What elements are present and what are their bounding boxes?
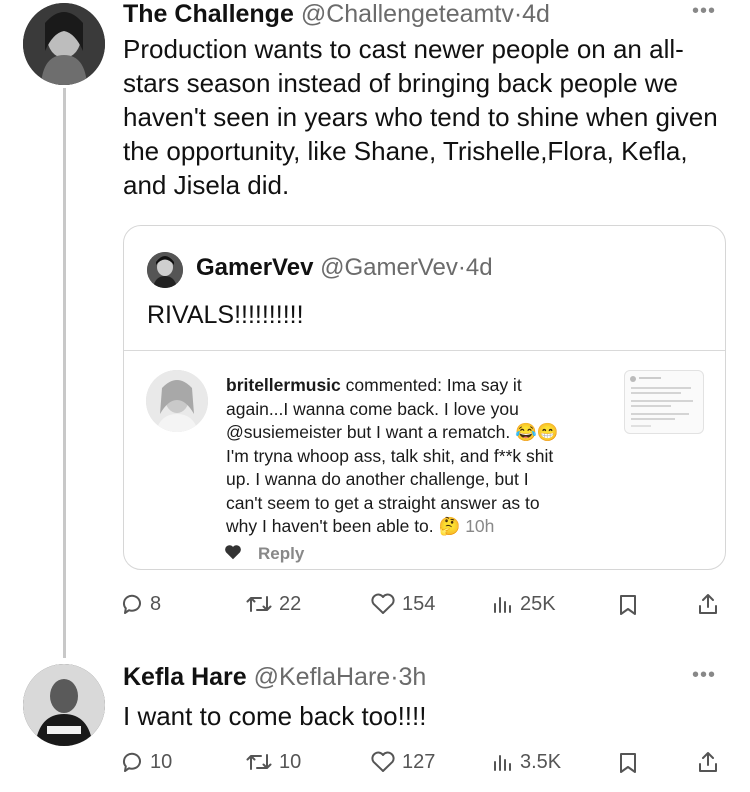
comment-line: @susiemeister but I want a rematch. 😂😁	[226, 422, 559, 442]
separator-dot: ·	[513, 0, 523, 28]
reply-count: 8	[150, 592, 162, 615]
views-count: 25K	[520, 592, 556, 615]
like-icon	[371, 593, 395, 614]
thread-line	[63, 88, 66, 658]
comment-body: britellermusic commented: Ima say it aga…	[226, 374, 626, 539]
avatar-image	[23, 664, 105, 746]
quote-text: RIVALS!!!!!!!!!!	[147, 301, 304, 329]
repost-count: 22	[279, 592, 302, 615]
tweet2-header: Kefla Hare @KeflaHare·3h	[123, 662, 426, 692]
author-handle[interactable]: @KeflaHare	[254, 663, 391, 691]
avatar-the-challenge[interactable]	[23, 3, 105, 85]
avatar-image	[146, 370, 208, 432]
tweet1-text: Production wants to cast newer people on…	[123, 34, 718, 200]
repost-button[interactable]: 10	[245, 750, 301, 774]
tweet1-header: The Challenge @Challengeteamtv·4d	[123, 0, 550, 28]
avatar-britellermusic	[146, 370, 208, 432]
comment-line: why I haven't been able to. 🤔	[226, 516, 461, 536]
repost-count: 10	[279, 750, 302, 773]
separator-dot: ·	[390, 663, 399, 691]
more-icon[interactable]: •••	[692, 664, 716, 687]
bookmark-icon[interactable]	[618, 751, 638, 780]
reply-button[interactable]: 8	[120, 592, 161, 616]
avatar-gamervev	[147, 252, 183, 288]
comment-username: britellermusic	[226, 375, 341, 395]
heart-filled-icon[interactable]	[224, 544, 242, 565]
comment-time: 10h	[465, 516, 495, 536]
views-icon	[494, 755, 511, 771]
quote-author-name[interactable]: GamerVev	[196, 254, 313, 281]
like-button[interactable]: 154	[370, 592, 435, 616]
like-button[interactable]: 127	[370, 750, 435, 774]
comment-line: commented: Ima say it	[340, 375, 522, 395]
like-count: 154	[402, 592, 436, 615]
separator-dot: ·	[457, 254, 466, 281]
reply-count: 10	[150, 750, 173, 773]
repost-button[interactable]: 22	[245, 592, 301, 616]
author-handle[interactable]: @Challengeteamtv	[301, 0, 514, 28]
author-name[interactable]: Kefla Hare	[123, 663, 247, 691]
repost-icon	[246, 596, 272, 612]
views-count: 3.5K	[520, 750, 562, 773]
quote-author-handle[interactable]: @GamerVev	[320, 254, 458, 281]
avatar-image	[147, 252, 183, 288]
tweet2-text: I want to come back too!!!!	[123, 701, 427, 731]
reply-button[interactable]: 10	[120, 750, 172, 774]
quote-header: GamerVev @GamerVev·4d	[196, 254, 493, 282]
more-icon[interactable]: •••	[692, 0, 716, 23]
bookmark-icon[interactable]	[618, 593, 638, 622]
views-button[interactable]: 25K	[492, 592, 556, 616]
like-count: 127	[402, 750, 436, 773]
share-icon[interactable]	[696, 592, 720, 621]
avatar-image	[23, 3, 105, 85]
quote-timestamp[interactable]: 4d	[466, 254, 493, 281]
thumbnail-lines	[630, 376, 693, 427]
avatar-kefla-hare[interactable]	[23, 664, 105, 746]
like-icon	[371, 751, 395, 772]
comment-line: up. I wanna do another challenge, but I	[226, 469, 529, 489]
author-name[interactable]: The Challenge	[123, 0, 294, 28]
thumbnail-image	[624, 370, 704, 434]
timestamp[interactable]: 4d	[522, 0, 550, 28]
comment-reply-link[interactable]: Reply	[258, 544, 304, 564]
comment-line: can't seem to get a straight answer as t…	[226, 492, 540, 513]
repost-icon	[246, 754, 272, 770]
views-icon	[494, 597, 511, 613]
divider	[124, 350, 725, 351]
reply-icon	[122, 594, 141, 614]
reply-icon	[122, 752, 141, 772]
quoted-tweet-card[interactable]: GamerVev @GamerVev·4d RIVALS!!!!!!!!!! b…	[123, 225, 726, 570]
comment-line: again...I wanna come back. I love you	[226, 398, 519, 419]
timestamp[interactable]: 3h	[399, 663, 427, 691]
share-icon[interactable]	[696, 750, 720, 779]
views-button[interactable]: 3.5K	[492, 750, 561, 774]
comment-line: I'm tryna whoop ass, talk shit, and f**k…	[226, 445, 554, 466]
